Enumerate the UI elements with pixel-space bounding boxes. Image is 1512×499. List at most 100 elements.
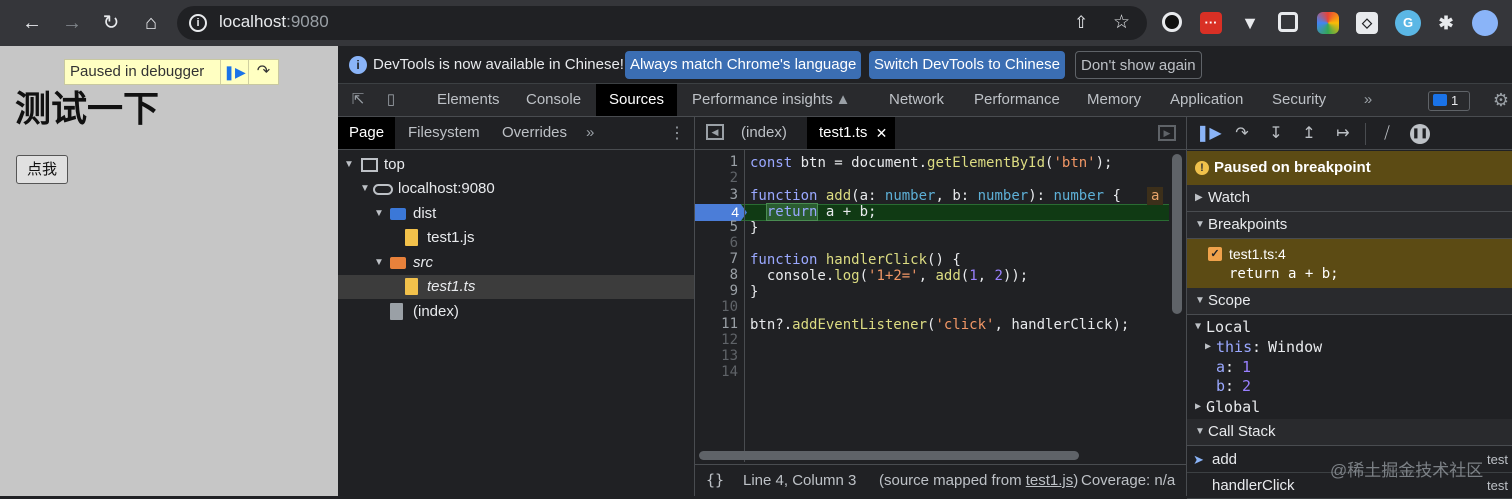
tab-network[interactable]: Network xyxy=(876,84,957,116)
toggle-debugger-icon[interactable]: ▶ xyxy=(1158,125,1176,141)
dont-show-again-button[interactable]: Don't show again xyxy=(1075,51,1202,79)
code-line-5: } xyxy=(750,220,759,236)
breakpoints-section-header[interactable]: ▼ Breakpoints xyxy=(1187,212,1512,239)
scope-b[interactable]: b:2 xyxy=(1187,376,1512,396)
home-icon[interactable]: ⌂ xyxy=(139,11,163,35)
scope-global[interactable]: ▶ Global xyxy=(1187,397,1512,417)
breakpoint-item[interactable]: ✓ test1.ts:4 return a + b; xyxy=(1187,239,1512,289)
tab-performance[interactable]: Performance xyxy=(961,84,1073,116)
settings-gear-icon[interactable]: ⚙ xyxy=(1492,91,1510,109)
editor-tab-test1-ts[interactable]: test1.ts ✕ xyxy=(807,117,896,149)
extensions-puzzle-icon[interactable]: ✱ xyxy=(1435,12,1457,34)
scope-this[interactable]: ▶ this: Window xyxy=(1187,337,1512,357)
nav-tab-overrides[interactable]: Overrides xyxy=(491,117,578,149)
resume-icon[interactable]: ❚▶ xyxy=(1196,123,1222,145)
tree-item-src[interactable]: ▼ src xyxy=(338,251,694,275)
scope-section-header[interactable]: ▼ Scope xyxy=(1187,288,1512,315)
expand-arrow-icon[interactable]: ▼ xyxy=(344,153,354,177)
extension-v-icon[interactable]: ▼ xyxy=(1239,12,1261,34)
info-icon: i xyxy=(349,56,367,74)
extension-red-icon[interactable]: ··· xyxy=(1200,12,1222,34)
tree-item-dist-file[interactable]: test1.js xyxy=(338,226,694,250)
code-line-3: function add(a: number, b: number): numb… xyxy=(750,188,1121,204)
deactivate-breakpoints-icon[interactable]: ⧸ xyxy=(1375,123,1399,145)
debugger-sidebar: ❚▶ ↷ ↧ ↥ ↦ ⧸ ❚❚ ! Paused on breakpoint ▶… xyxy=(1187,117,1512,499)
back-arrow-icon[interactable]: ← xyxy=(20,11,44,35)
scope-a[interactable]: a:1 xyxy=(1187,357,1512,377)
step-icon[interactable]: ↦ xyxy=(1331,123,1355,145)
tab-elements[interactable]: Elements xyxy=(424,84,513,116)
breakpoint-checkbox[interactable]: ✓ xyxy=(1208,247,1222,261)
always-match-language-button[interactable]: Always match Chrome's language xyxy=(625,51,862,79)
scope-local[interactable]: ▼ Local xyxy=(1187,317,1512,337)
more-tabs-chevron-icon[interactable]: » xyxy=(1359,91,1377,109)
share-icon[interactable]: ⇧ xyxy=(1074,13,1088,33)
extension-g-icon[interactable]: G xyxy=(1395,10,1421,36)
editor-vertical-scrollbar[interactable] xyxy=(1172,154,1182,314)
code-editor: ◀ (index) test1.ts ✕ ▶ 4 1 2 3 5 6 7 8 9… xyxy=(695,117,1187,496)
expanded-arrow-icon: ▼ xyxy=(1195,295,1205,306)
nav-tab-filesystem[interactable]: Filesystem xyxy=(397,117,491,149)
devtools-tabbar: ⇱ ▯ Elements Console Sources Performance… xyxy=(338,84,1512,117)
toggle-navigator-icon[interactable]: ◀ xyxy=(706,124,724,140)
paused-label: Paused in debugger xyxy=(70,63,205,80)
tab-application[interactable]: Application xyxy=(1157,84,1256,116)
forward-arrow-icon[interactable]: → xyxy=(60,11,84,35)
tree-item-dist[interactable]: ▼ dist xyxy=(338,202,694,226)
inspect-element-icon[interactable]: ⇱ xyxy=(349,91,367,109)
address-url[interactable]: localhost:9080 xyxy=(219,12,329,32)
step-into-icon[interactable]: ↧ xyxy=(1264,123,1288,145)
page-heading: 测试一下 xyxy=(15,88,160,129)
close-tab-icon[interactable]: ✕ xyxy=(876,117,888,149)
tree-item-src-file[interactable]: test1.ts xyxy=(338,275,694,299)
tree-item-top[interactable]: ▼ top xyxy=(338,153,694,177)
page-click-button[interactable]: 点我 xyxy=(16,155,68,184)
issues-counter[interactable]: 1 xyxy=(1428,91,1470,111)
bookmark-star-icon[interactable]: ☆ xyxy=(1113,11,1130,34)
tab-memory[interactable]: Memory xyxy=(1074,84,1154,116)
site-info-icon[interactable]: i xyxy=(189,14,207,32)
tab-performance-insights[interactable]: Performance insights xyxy=(679,84,846,116)
pretty-print-icon[interactable]: {} xyxy=(706,471,724,489)
step-out-icon[interactable]: ↥ xyxy=(1297,123,1321,145)
tree-item-host[interactable]: ▼ localhost:9080 xyxy=(338,177,694,201)
profile-avatar-icon[interactable] xyxy=(1472,10,1498,36)
switch-to-chinese-button[interactable]: Switch DevTools to Chinese xyxy=(869,51,1065,79)
browser-toolbar: ← → ↻ ⌂ i localhost:9080 ⇧ ☆ ··· ▼ ◇ G ✱ xyxy=(0,0,1512,46)
scope-label: Scope xyxy=(1208,292,1251,309)
more-nav-tabs-icon[interactable]: » xyxy=(586,124,594,141)
device-toolbar-icon[interactable]: ▯ xyxy=(382,91,400,109)
pause-on-exceptions-icon[interactable]: ❚❚ xyxy=(1410,124,1430,144)
collapsed-arrow-icon: ▶ xyxy=(1195,401,1202,412)
step-over-icon[interactable]: ↷ xyxy=(1230,123,1254,145)
extension-square-icon[interactable] xyxy=(1278,12,1298,32)
tab-sources[interactable]: Sources xyxy=(596,84,678,116)
colon: : xyxy=(1252,338,1262,356)
tab-security[interactable]: Security xyxy=(1259,84,1339,116)
source-map-info: (source mapped from test1.js) xyxy=(879,472,1078,489)
extension-colorful-icon[interactable] xyxy=(1317,12,1339,34)
step-over-icon[interactable]: ↷ xyxy=(248,60,278,84)
line-number: 5 xyxy=(729,219,738,235)
nav-tab-page[interactable]: Page xyxy=(338,117,396,149)
watch-section-header[interactable]: ▶ Watch xyxy=(1187,185,1512,212)
source-map-link[interactable]: test1.js xyxy=(1026,472,1074,489)
editor-horizontal-scrollbar[interactable] xyxy=(699,451,1079,460)
editor-tab-index[interactable]: (index) xyxy=(729,117,799,149)
resume-icon[interactable]: ❚▶ xyxy=(220,60,248,84)
line-number: 6 xyxy=(729,235,738,251)
call-stack-section-header[interactable]: ▼ Call Stack xyxy=(1187,419,1512,446)
address-bar[interactable]: i localhost:9080 ⇧ ☆ xyxy=(177,6,1147,40)
tree-item-index[interactable]: (index) xyxy=(338,300,694,324)
extension-circle-icon[interactable] xyxy=(1162,12,1182,32)
expand-arrow-icon[interactable]: ▼ xyxy=(374,202,384,226)
code-content[interactable]: const btn = document.getElementById('btn… xyxy=(750,150,1170,462)
extension-cube-icon[interactable]: ◇ xyxy=(1356,12,1378,34)
tree-label-index: (index) xyxy=(413,303,459,320)
expand-arrow-icon[interactable]: ▼ xyxy=(374,251,384,275)
navigator-menu-icon[interactable]: ⋮ xyxy=(669,123,685,143)
reload-icon[interactable]: ↻ xyxy=(99,11,123,35)
expand-arrow-icon[interactable]: ▼ xyxy=(360,177,370,201)
tab-console[interactable]: Console xyxy=(513,84,594,116)
line-number-gutter[interactable]: 1 2 3 5 6 7 8 9 10 11 12 13 14 xyxy=(695,150,745,462)
